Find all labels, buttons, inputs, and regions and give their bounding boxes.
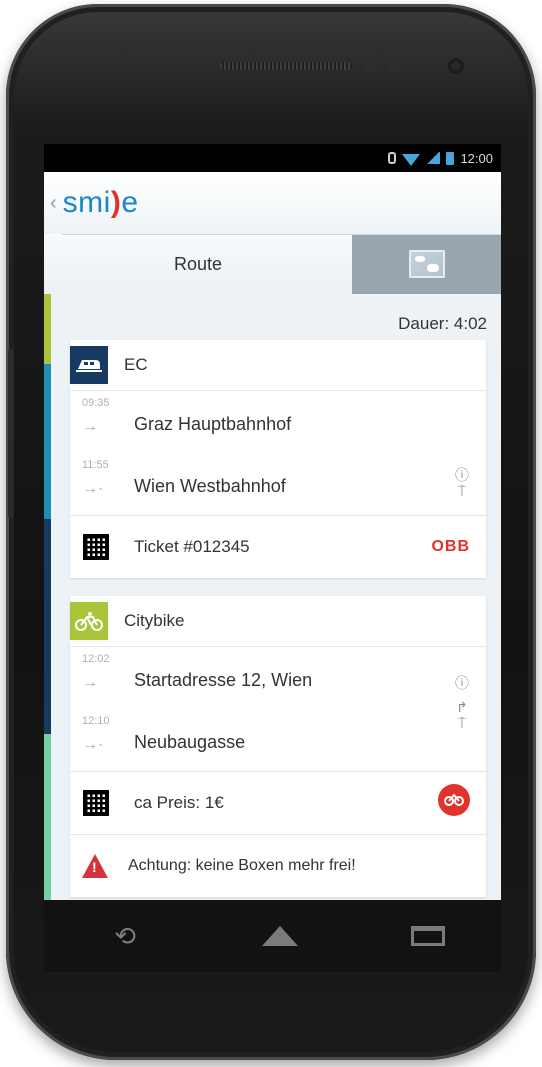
bike-price: ca Preis: 1€ (134, 793, 224, 812)
logo-paren: ) (110, 186, 122, 219)
tab-map[interactable] (352, 234, 501, 294)
operator-logo: OBB (431, 538, 470, 555)
journey-bar-navy (44, 519, 51, 734)
citybike-logo-glyph (444, 793, 464, 806)
tab-bar: Route (44, 234, 501, 294)
bluetooth-icon (388, 152, 397, 164)
bike-glyph (75, 612, 103, 631)
back-icon[interactable]: ‹ (50, 192, 57, 215)
train-icon (70, 346, 108, 384)
bike-leg-card[interactable]: Citybike 12:02 → Startadresse 12, Wien 1… (70, 596, 486, 897)
bike-icon (70, 602, 108, 640)
stop-marker-icon: ⍑ (457, 715, 467, 731)
journey-bar-mint (44, 734, 51, 900)
recents-nav-icon[interactable] (410, 926, 445, 946)
battery-icon (446, 151, 455, 165)
train-ticket-row[interactable]: Ticket #012345 OBB (70, 516, 486, 578)
ticket-number: Ticket #012345 (134, 537, 250, 556)
warning-text: Achtung: keine Boxen mehr frei! (128, 857, 356, 874)
departure-arrow-icon: → (82, 418, 98, 435)
back-nav-icon[interactable]: ⟲ (100, 923, 150, 949)
logo-right: e (121, 186, 139, 219)
bike-stop-end[interactable]: 12:10 →· Neubaugasse ⓘ ↱ ⍑ (70, 675, 486, 772)
availability-warning: ! Achtung: keine Boxen mehr frei! (70, 835, 486, 897)
train-leg-card[interactable]: EC 09:35 → Graz Hauptbahnhof 11:55 →· Wi… (70, 340, 486, 578)
arrival-time: 11:55 (82, 459, 109, 471)
info-icon[interactable]: ⓘ (454, 467, 470, 483)
warning-icon: ! (82, 854, 108, 878)
arrival-station: Wien Westbahnhof (134, 476, 286, 496)
home-nav-icon[interactable] (262, 926, 299, 946)
wifi-icon (402, 154, 421, 166)
qr-code-icon (83, 534, 109, 560)
speaker-grill (220, 62, 352, 70)
bike-start-address: Startadresse 12, Wien (134, 670, 313, 690)
journey-bar-teal (44, 364, 51, 519)
front-camera (448, 58, 464, 74)
status-bar: 12:00 (44, 144, 501, 172)
logo-left: smi (62, 186, 111, 219)
trip-duration: Dauer: 4:02 (398, 314, 487, 333)
map-icon (408, 250, 445, 278)
departure-time: 09:35 (82, 397, 110, 409)
bike-stop-start[interactable]: 12:02 → Startadresse 12, Wien (70, 647, 486, 709)
bike-mode-label: Citybike (124, 611, 185, 630)
bike-start-arrow-icon: → (82, 674, 98, 691)
arrival-arrow-icon: →· (82, 480, 104, 497)
departure-station: Graz Hauptbahnhof (134, 414, 292, 434)
app-logo: smi)e (63, 186, 139, 220)
bike-mode-row: Citybike (70, 596, 486, 647)
bike-end-address: Neubaugasse (134, 732, 246, 752)
train-mode-row: EC (70, 340, 486, 391)
stop-marker-icon: ⍑ (457, 483, 467, 499)
bike-start-time: 12:02 (82, 653, 110, 665)
signal-icon (426, 152, 441, 164)
bike-end-time: 12:10 (82, 715, 110, 727)
train-stop-departure[interactable]: 09:35 → Graz Hauptbahnhof (70, 391, 486, 453)
app-screen: 12:00 ‹ smi)e Route Dauer: 4:02 EC 09:35… (44, 144, 501, 900)
bike-info-stack: ⓘ ↱ ⍑ (454, 675, 470, 731)
turn-icon: ↱ (456, 699, 468, 715)
tab-route[interactable]: Route (44, 234, 352, 294)
volume-button (8, 349, 14, 519)
status-time: 12:00 (460, 150, 493, 166)
proximity-sensor (362, 60, 376, 72)
bike-end-arrow-icon: →· (82, 736, 104, 753)
app-bar: ‹ smi)e (44, 172, 501, 234)
journey-bar-green (44, 294, 51, 364)
train-info-stack: ⓘ ⍑ (454, 467, 470, 499)
citybike-logo-icon (438, 784, 470, 816)
appbar-divider (62, 234, 501, 235)
qr-code-icon (83, 790, 109, 816)
train-mode-label: EC (124, 355, 148, 374)
info-icon[interactable]: ⓘ (454, 675, 470, 691)
train-stop-arrival[interactable]: 11:55 →· Wien Westbahnhof ⓘ ⍑ (70, 453, 486, 516)
light-sensor (386, 60, 400, 72)
bike-price-row[interactable]: ca Preis: 1€ (70, 772, 486, 835)
train-glyph (76, 360, 102, 372)
android-nav-bar: ⟲ (44, 900, 501, 972)
